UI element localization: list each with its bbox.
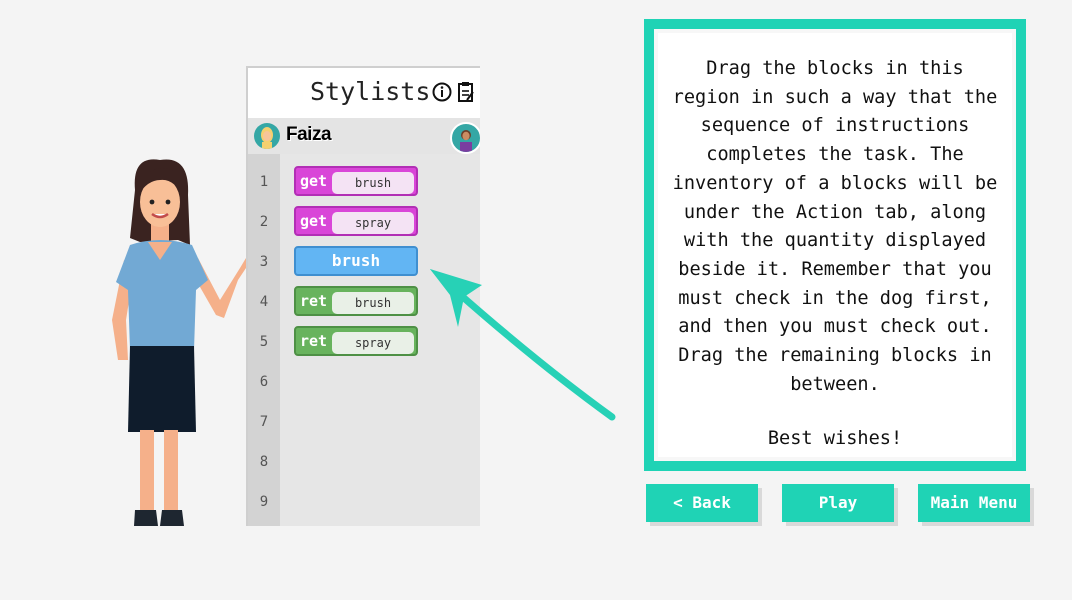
stylist-row: Faiza: [248, 118, 480, 154]
instruction-text: Drag the blocks in this region in such a…: [672, 58, 998, 395]
line-number: 2: [259, 214, 269, 230]
instruction-closing: Best wishes!: [767, 428, 903, 449]
block-argument-slot[interactable]: spray: [332, 212, 414, 234]
block-keyword: ret: [300, 292, 328, 310]
line-number: 1: [259, 174, 269, 190]
get-block[interactable]: get spray: [294, 206, 418, 236]
back-button[interactable]: < Back: [646, 484, 758, 522]
main-menu-button[interactable]: Main Menu: [918, 484, 1030, 522]
ret-block[interactable]: ret brush: [294, 286, 418, 316]
block-keyword: ret: [300, 332, 328, 350]
line-number: 6: [259, 374, 269, 390]
panel-title: Stylists: [310, 77, 431, 106]
line-number: 7: [259, 414, 269, 430]
info-icon[interactable]: [432, 82, 452, 102]
block-keyword: get: [300, 172, 328, 190]
pointer-arrow: [430, 269, 616, 421]
customer-avatar[interactable]: [450, 122, 480, 154]
instruction-box: Drag the blocks in this region in such a…: [644, 19, 1026, 471]
line-number: 8: [259, 454, 269, 470]
action-block[interactable]: brush: [294, 246, 418, 276]
line-number: 5: [259, 334, 269, 350]
block-argument-slot[interactable]: brush: [332, 292, 414, 314]
line-number: 3: [259, 254, 269, 270]
block-keyword: get: [300, 212, 328, 230]
block-argument-slot[interactable]: brush: [332, 172, 414, 194]
ret-block[interactable]: ret spray: [294, 326, 418, 356]
panel-header: Stylists: [248, 68, 480, 118]
stylist-name: Faiza: [286, 124, 332, 145]
play-button[interactable]: Play: [782, 484, 894, 522]
stylist-avatar: [254, 123, 280, 149]
block-argument-slot[interactable]: spray: [332, 332, 414, 354]
get-block[interactable]: get brush: [294, 166, 418, 196]
notes-icon[interactable]: [458, 82, 474, 102]
line-number: 9: [259, 494, 269, 510]
guide-character-illustration: [112, 159, 250, 526]
line-number: 4: [259, 294, 269, 310]
